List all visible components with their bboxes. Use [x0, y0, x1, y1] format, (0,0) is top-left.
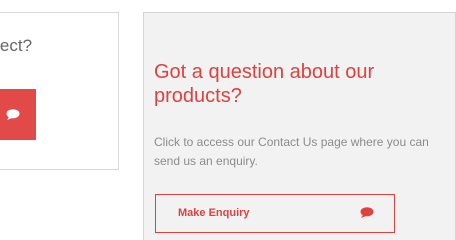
chat-bubble-icon	[360, 207, 374, 218]
enquiry-card: Got a question about our products? Click…	[143, 12, 456, 240]
chat-bubble-icon	[6, 109, 20, 120]
project-card-text: roject?	[0, 36, 33, 55]
enquiry-card-description: Click to access our Contact Us page wher…	[154, 135, 429, 168]
page: roject? Got a question about our product…	[0, 0, 456, 240]
project-card-button[interactable]	[0, 89, 36, 140]
make-enquiry-button[interactable]: Make Enquiry	[155, 194, 395, 233]
enquiry-card-title: Got a question about our products?	[154, 61, 375, 107]
make-enquiry-label: Make Enquiry	[178, 207, 250, 219]
project-card: roject?	[0, 12, 119, 170]
